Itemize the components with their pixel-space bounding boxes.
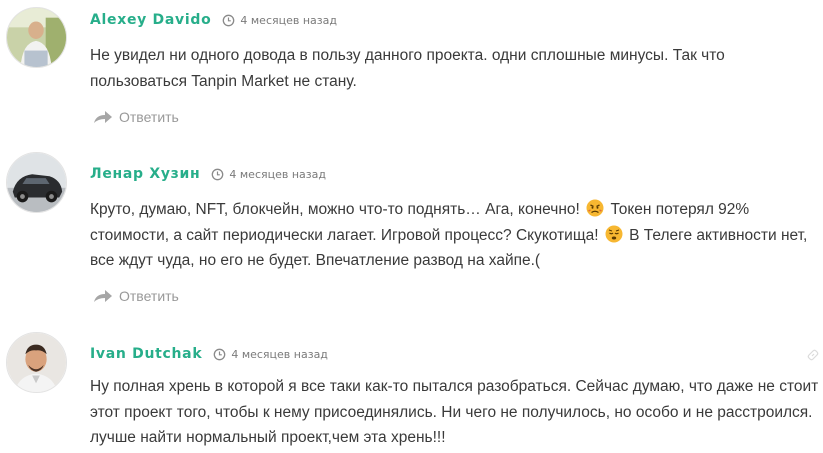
reply-label: Ответить [119, 288, 179, 304]
avatar[interactable] [6, 7, 67, 68]
comment-time: 4 месяцев назад [229, 167, 326, 181]
comment-text: Круто, думаю, NFT, блокчейн, можно что-т… [90, 197, 820, 274]
author-name[interactable]: Alexey Davido [90, 12, 211, 28]
reply-button[interactable]: Ответить [92, 107, 179, 127]
comment-meta: Ленар Хузин 4 месяцев назад [90, 164, 326, 184]
sleepy-face-icon [605, 225, 623, 243]
comment-meta: Alexey Davido 4 месяцев назад [90, 10, 337, 30]
comment-time: 4 месяцев назад [240, 13, 337, 27]
clock-icon [213, 348, 226, 361]
reply-arrow-icon [92, 288, 114, 304]
avatar[interactable] [6, 332, 67, 393]
avatar[interactable] [6, 152, 67, 213]
reply-button[interactable]: Ответить [92, 286, 179, 306]
comment-time: 4 месяцев назад [231, 347, 328, 361]
clock-icon [222, 14, 235, 27]
reply-label: Ответить [119, 109, 179, 125]
clock-icon [211, 168, 224, 181]
comment-text: Не увидел ни одного довода в пользу данн… [90, 47, 725, 90]
comment-text-part: Круто, думаю, NFT, блокчейн, можно что-т… [90, 201, 580, 218]
author-name[interactable]: Ivan Dutchak [90, 346, 202, 362]
author-name[interactable]: Ленар Хузин [90, 166, 200, 182]
permalink-icon[interactable] [806, 348, 820, 362]
comment-text: Ну полная хрень в которой я все таки как… [90, 378, 819, 446]
angry-face-icon [586, 199, 604, 217]
comment-meta: Ivan Dutchak 4 месяцев назад [90, 344, 328, 364]
reply-arrow-icon [92, 109, 114, 125]
